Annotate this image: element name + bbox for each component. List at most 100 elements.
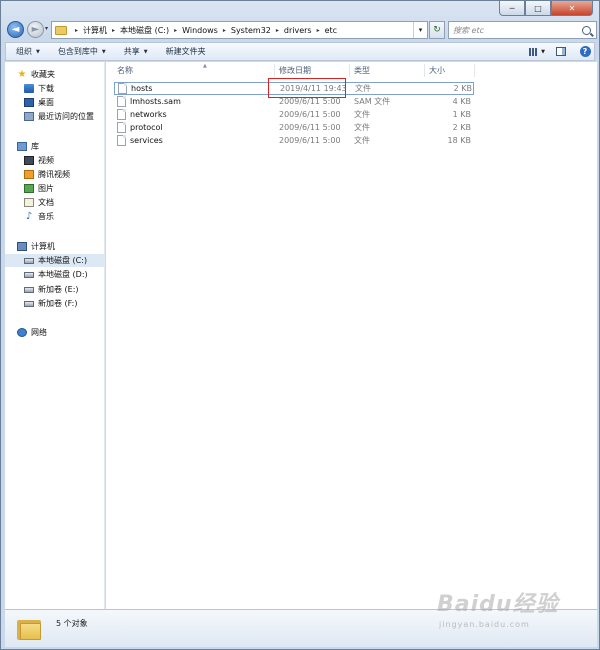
libraries-icon bbox=[17, 142, 27, 151]
breadcrumb-windows[interactable]: Windows ▸ bbox=[182, 26, 231, 35]
computer-icon bbox=[17, 242, 27, 251]
column-divider[interactable] bbox=[274, 64, 275, 77]
breadcrumb-root-arrow[interactable]: ▸ bbox=[70, 27, 83, 34]
sidebar-item-computer[interactable]: 计算机 bbox=[17, 240, 55, 253]
sort-ascending-icon: ▲ bbox=[203, 63, 207, 69]
file-size: 1 KB bbox=[452, 110, 471, 119]
sidebar-item-desktop[interactable]: 桌面 bbox=[24, 96, 54, 109]
breadcrumb-drivers[interactable]: drivers ▸ bbox=[284, 26, 325, 35]
file-type: SAM 文件 bbox=[354, 97, 391, 106]
refresh-button[interactable]: ↻ bbox=[429, 21, 445, 39]
star-icon: ★ bbox=[17, 69, 27, 80]
file-icon bbox=[118, 83, 127, 94]
include-in-library-menu[interactable]: 包含到库中 ▼ bbox=[58, 46, 106, 57]
breadcrumb-etc[interactable]: etc bbox=[325, 26, 337, 35]
drive-icon bbox=[24, 271, 34, 278]
recent-pages-dropdown[interactable]: ▾ bbox=[45, 25, 48, 32]
breadcrumb-system32[interactable]: System32 ▸ bbox=[231, 26, 284, 35]
watermark: Baidu经验 jingyan.baidu.com bbox=[437, 586, 577, 636]
sidebar-item-drive-e[interactable]: 新加卷 (E:) bbox=[24, 283, 79, 296]
column-header-modified[interactable]: 修改日期 bbox=[279, 65, 311, 77]
desktop-icon bbox=[24, 98, 34, 107]
close-button[interactable]: ✕ bbox=[551, 1, 593, 16]
minimize-button[interactable]: ─ bbox=[499, 1, 525, 16]
column-header-size[interactable]: 大小 bbox=[429, 65, 445, 77]
file-list: 名称 ▲ 修改日期 类型 大小 hosts 2019/4/11 19:43 文件 … bbox=[106, 62, 597, 609]
file-type: 文件 bbox=[354, 110, 370, 119]
file-name: hosts bbox=[131, 84, 153, 93]
folder-icon bbox=[17, 617, 43, 641]
address-dropdown-icon[interactable]: ▾ bbox=[413, 22, 427, 38]
recent-places-icon bbox=[24, 112, 34, 121]
file-icon bbox=[117, 96, 126, 107]
annotation-highlight-box bbox=[268, 78, 346, 98]
new-folder-button[interactable]: 新建文件夹 bbox=[166, 46, 206, 57]
explorer-window: ─ □ ✕ ◄ ► ▾ ▸ 计算机 ▸ 本地磁盘 (C:) ▸ Windows ▸ S… bbox=[0, 0, 600, 650]
views-icon bbox=[529, 47, 539, 56]
change-view-button[interactable]: ▼ bbox=[528, 45, 546, 58]
item-count: 5 个对象 bbox=[56, 619, 88, 628]
documents-icon bbox=[24, 198, 34, 207]
network-icon bbox=[17, 328, 27, 337]
chevron-down-icon: ▼ bbox=[143, 48, 148, 55]
column-header-type[interactable]: 类型 bbox=[354, 65, 370, 77]
help-icon: ? bbox=[579, 46, 591, 57]
help-button[interactable]: ? bbox=[576, 45, 594, 58]
file-row-protocol[interactable]: protocol 2009/6/11 5:00 文件 2 KB bbox=[114, 121, 474, 134]
sidebar-item-drive-c[interactable]: 本地磁盘 (C:) bbox=[5, 254, 104, 267]
breadcrumb-computer[interactable]: 计算机 ▸ bbox=[83, 25, 120, 36]
folder-icon bbox=[55, 25, 67, 35]
sidebar-item-tencent-video[interactable]: 腾讯视频 bbox=[24, 168, 70, 181]
file-type: 文件 bbox=[354, 136, 370, 145]
column-divider[interactable] bbox=[424, 64, 425, 77]
breadcrumb-drive-c[interactable]: 本地磁盘 (C:) ▸ bbox=[120, 25, 182, 36]
sidebar-item-network[interactable]: 网络 bbox=[17, 326, 47, 339]
chevron-down-icon: ▼ bbox=[101, 48, 106, 55]
share-menu[interactable]: 共享 ▼ bbox=[124, 46, 148, 57]
column-divider[interactable] bbox=[474, 64, 475, 77]
sidebar-item-pictures[interactable]: 图片 bbox=[24, 182, 54, 195]
file-size: 2 KB bbox=[453, 84, 472, 93]
file-icon bbox=[117, 122, 126, 133]
drive-icon bbox=[24, 286, 34, 293]
file-name: lmhosts.sam bbox=[130, 97, 181, 106]
file-size: 2 KB bbox=[452, 123, 471, 132]
file-type: 文件 bbox=[354, 123, 370, 132]
forward-button[interactable]: ► bbox=[27, 21, 44, 38]
file-modified: 2009/6/11 5:00 bbox=[279, 123, 341, 132]
chevron-down-icon: ▼ bbox=[36, 48, 40, 55]
preview-pane-icon bbox=[556, 47, 566, 56]
file-name: services bbox=[130, 136, 163, 145]
navigation-row: ◄ ► ▾ ▸ 计算机 ▸ 本地磁盘 (C:) ▸ Windows ▸ System3… bbox=[5, 19, 597, 41]
organize-menu[interactable]: 组织 ▼ bbox=[16, 46, 40, 57]
navigation-pane: ★ 收藏夹 下载 桌面 最近访问的位置 库 视频 腾讯视频 图片 文档 ♪ 音乐 计… bbox=[5, 62, 105, 609]
sidebar-item-favorites[interactable]: ★ 收藏夹 bbox=[17, 68, 55, 81]
file-row-networks[interactable]: networks 2009/6/11 5:00 文件 1 KB bbox=[114, 108, 474, 121]
file-row-services[interactable]: services 2009/6/11 5:00 文件 18 KB bbox=[114, 134, 474, 147]
tencent-video-icon bbox=[24, 170, 34, 179]
file-icon bbox=[117, 135, 126, 146]
maximize-button[interactable]: □ bbox=[525, 1, 551, 16]
address-bar[interactable]: ▸ 计算机 ▸ 本地磁盘 (C:) ▸ Windows ▸ System32 ▸ dri… bbox=[51, 21, 428, 39]
column-header-name[interactable]: 名称 ▲ bbox=[117, 63, 207, 77]
search-input[interactable] bbox=[453, 25, 573, 35]
search-icon[interactable] bbox=[582, 25, 591, 35]
preview-pane-button[interactable] bbox=[552, 45, 570, 58]
column-divider[interactable] bbox=[349, 64, 350, 77]
back-button[interactable]: ◄ bbox=[7, 21, 24, 38]
file-modified: 2009/6/11 5:00 bbox=[279, 136, 341, 145]
drive-icon bbox=[24, 257, 34, 264]
sidebar-item-video[interactable]: 视频 bbox=[24, 154, 54, 167]
music-icon: ♪ bbox=[25, 211, 33, 222]
sidebar-item-music[interactable]: ♪ 音乐 bbox=[24, 210, 54, 223]
drive-icon bbox=[24, 300, 34, 307]
search-box[interactable] bbox=[448, 21, 597, 39]
sidebar-item-downloads[interactable]: 下载 bbox=[24, 82, 54, 95]
file-modified: 2009/6/11 5:00 bbox=[279, 110, 341, 119]
file-name: networks bbox=[130, 110, 167, 119]
sidebar-item-recent[interactable]: 最近访问的位置 bbox=[24, 110, 94, 123]
sidebar-item-documents[interactable]: 文档 bbox=[24, 196, 54, 209]
sidebar-item-libraries[interactable]: 库 bbox=[17, 140, 39, 153]
sidebar-item-drive-f[interactable]: 新加卷 (F:) bbox=[24, 297, 77, 310]
sidebar-item-drive-d[interactable]: 本地磁盘 (D:) bbox=[24, 268, 88, 281]
